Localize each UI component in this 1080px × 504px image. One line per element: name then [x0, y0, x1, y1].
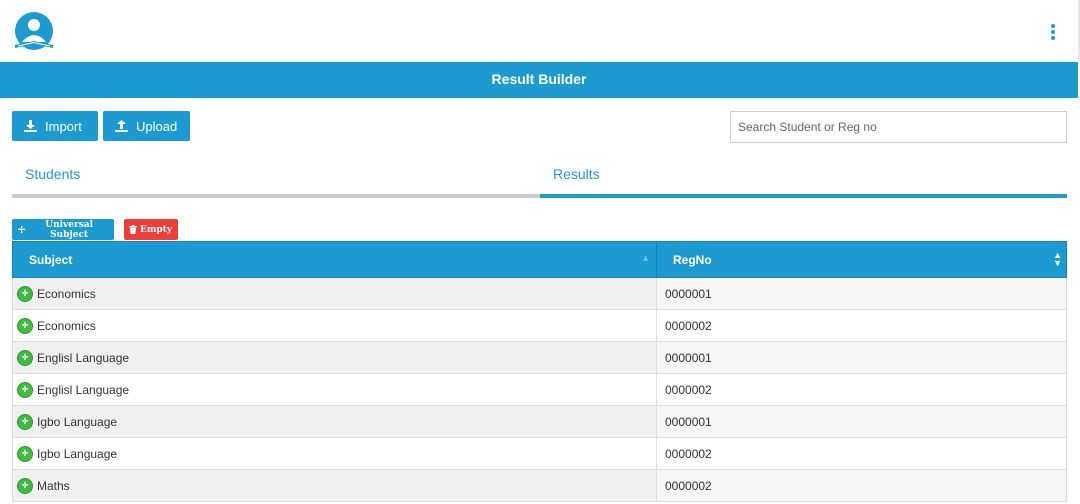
- empty-button[interactable]: Empty: [124, 219, 178, 240]
- table-row[interactable]: + Englisl Language 0000001: [12, 341, 1067, 374]
- tab-results-label: Results: [553, 166, 600, 182]
- table-row[interactable]: + Economics 0000001: [12, 277, 1067, 310]
- universal-subject-label: Universal Subject: [45, 219, 94, 240]
- expand-row-icon[interactable]: +: [18, 286, 32, 301]
- subject-text: Igbo Language: [37, 446, 118, 461]
- regno-cell: 0000001: [656, 405, 1067, 438]
- subject-text: Englisl Language: [37, 382, 130, 397]
- table-row[interactable]: + Igbo Language 0000001: [12, 405, 1067, 438]
- subject-text: Igbo Language: [37, 414, 118, 429]
- tab-results[interactable]: Results: [540, 160, 1067, 198]
- expand-row-icon[interactable]: +: [18, 382, 32, 397]
- import-button[interactable]: Import: [12, 111, 98, 141]
- column-header-regno[interactable]: RegNo ▲ ▼: [656, 241, 1067, 278]
- upload-button[interactable]: Upload: [103, 111, 190, 141]
- regno-cell: 0000001: [656, 277, 1067, 310]
- tab-students-label: Students: [25, 166, 81, 182]
- page-title: Result Builder: [0, 62, 1078, 98]
- subject-cell: + Englisl Language: [12, 341, 657, 374]
- expand-row-icon[interactable]: +: [18, 350, 32, 365]
- download-icon: [24, 120, 37, 132]
- subject-cell: + Maths: [12, 469, 657, 502]
- expand-row-icon[interactable]: +: [18, 318, 32, 333]
- sort-both-icon: ▲ ▼: [1053, 250, 1062, 268]
- student-reading-logo-icon[interactable]: [12, 12, 56, 52]
- upload-label: Upload: [136, 118, 178, 134]
- results-table: Subject ▲ RegNo ▲ ▼ + Economics 0000001 + Eco…: [12, 241, 1067, 502]
- expand-row-icon[interactable]: +: [18, 414, 32, 429]
- trash-icon: [129, 225, 137, 234]
- table-header-row: Subject ▲ RegNo ▲ ▼: [12, 241, 1067, 278]
- subject-cell: + Economics: [12, 277, 657, 310]
- column-header-subject[interactable]: Subject ▲: [12, 241, 657, 278]
- regno-cell: 0000002: [656, 437, 1067, 470]
- kebab-menu-icon[interactable]: [1050, 24, 1056, 40]
- column-header-subject-label: Subject: [29, 252, 73, 267]
- import-label: Import: [45, 118, 82, 134]
- table-row[interactable]: + Economics 0000002: [12, 309, 1067, 342]
- regno-cell: 0000002: [656, 373, 1067, 406]
- search-input[interactable]: [730, 111, 1067, 143]
- expand-row-icon[interactable]: +: [18, 478, 32, 493]
- empty-label: Empty: [140, 224, 173, 235]
- upload-icon: [115, 120, 128, 132]
- table-row[interactable]: + Maths 0000002: [12, 469, 1067, 502]
- subject-cell: + Economics: [12, 309, 657, 342]
- table-row[interactable]: + Igbo Language 0000002: [12, 437, 1067, 470]
- top-bar: [0, 0, 1080, 62]
- subject-text: Englisl Language: [37, 350, 130, 365]
- subject-text: Economics: [37, 286, 96, 301]
- table-row[interactable]: + Englisl Language 0000002: [12, 373, 1067, 406]
- subject-text: Maths: [37, 478, 70, 493]
- plus-icon: +: [17, 223, 27, 236]
- expand-row-icon[interactable]: +: [18, 446, 32, 461]
- subject-cell: + Igbo Language: [12, 437, 657, 470]
- subject-text: Economics: [37, 318, 96, 333]
- column-header-regno-label: RegNo: [673, 252, 712, 267]
- subject-cell: + Igbo Language: [12, 405, 657, 438]
- sort-asc-icon: ▲: [641, 253, 650, 263]
- table-body: + Economics 0000001 + Economics 0000002 + Engli…: [12, 277, 1067, 502]
- regno-cell: 0000002: [656, 309, 1067, 342]
- add-universal-subject-button[interactable]: + Universal Subject: [12, 219, 114, 240]
- subject-cell: + Englisl Language: [12, 373, 657, 406]
- tab-students[interactable]: Students: [12, 160, 540, 198]
- regno-cell: 0000002: [656, 469, 1067, 502]
- regno-cell: 0000001: [656, 341, 1067, 374]
